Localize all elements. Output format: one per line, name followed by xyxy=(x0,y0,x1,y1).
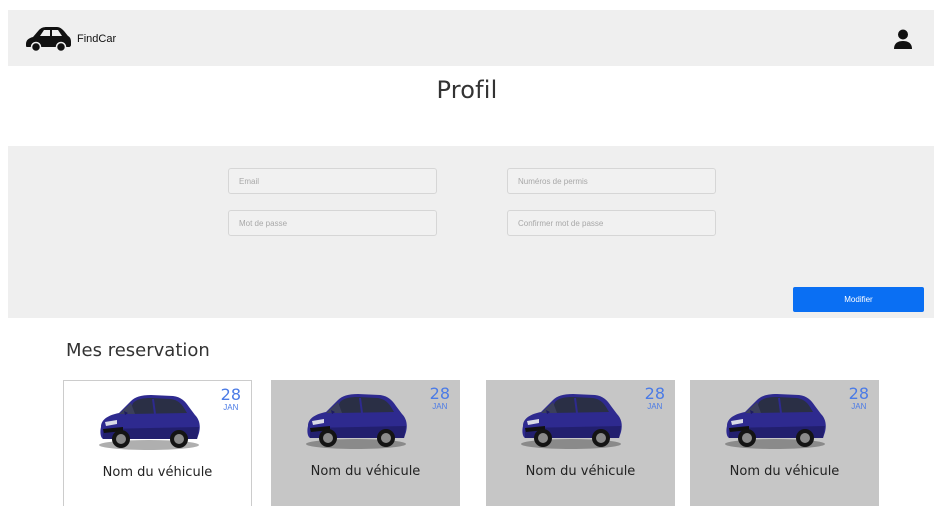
reservation-card[interactable]: 28 JAN Nom du véhicule xyxy=(690,380,879,506)
profile-page: FindCar Profil Modifier Mes reservation … xyxy=(0,0,934,506)
vehicle-name: Nom du véhicule xyxy=(525,464,636,479)
reservation-date: 28 JAN xyxy=(849,386,869,411)
logo[interactable]: FindCar xyxy=(24,26,116,52)
car-icon xyxy=(26,27,71,52)
vehicle-name: Nom du véhicule xyxy=(729,464,840,479)
vehicle-name: Nom du véhicule xyxy=(310,464,421,479)
reservation-date: 28 JAN xyxy=(430,386,450,411)
page-title: Profil xyxy=(436,76,498,104)
brand-name: FindCar xyxy=(77,33,117,45)
vehicle-name: Nom du véhicule xyxy=(102,465,213,480)
reservation-month: JAN xyxy=(851,402,867,411)
reservations-list: 28 JAN Nom du véhicule 28 JAN Nom du véh… xyxy=(63,380,883,506)
confirm-password-field[interactable] xyxy=(507,210,716,236)
reservation-card[interactable]: 28 JAN Nom du véhicule xyxy=(271,380,460,506)
reservation-date: 28 JAN xyxy=(221,387,241,412)
license-number-field[interactable] xyxy=(507,168,716,194)
user-icon[interactable] xyxy=(894,29,912,49)
profile-form: Modifier xyxy=(8,146,934,318)
car-image xyxy=(98,394,201,451)
reservation-month: JAN xyxy=(647,402,663,411)
car-image xyxy=(520,393,623,450)
modify-button[interactable]: Modifier xyxy=(793,287,924,312)
password-field[interactable] xyxy=(228,210,437,236)
app-header: FindCar xyxy=(8,10,934,66)
reservation-day: 28 xyxy=(429,384,450,403)
reservation-day: 28 xyxy=(220,385,241,404)
email-field[interactable] xyxy=(228,168,437,194)
reservation-card[interactable]: 28 JAN Nom du véhicule xyxy=(486,380,675,506)
reservation-card[interactable]: 28 JAN Nom du véhicule xyxy=(63,380,252,506)
reservations-title: Mes reservation xyxy=(66,340,210,361)
car-image xyxy=(305,393,408,450)
reservation-day: 28 xyxy=(644,384,665,403)
reservation-date: 28 JAN xyxy=(645,386,665,411)
car-image xyxy=(724,393,827,450)
reservation-day: 28 xyxy=(848,384,869,403)
reservation-month: JAN xyxy=(223,403,239,412)
reservation-month: JAN xyxy=(432,402,448,411)
